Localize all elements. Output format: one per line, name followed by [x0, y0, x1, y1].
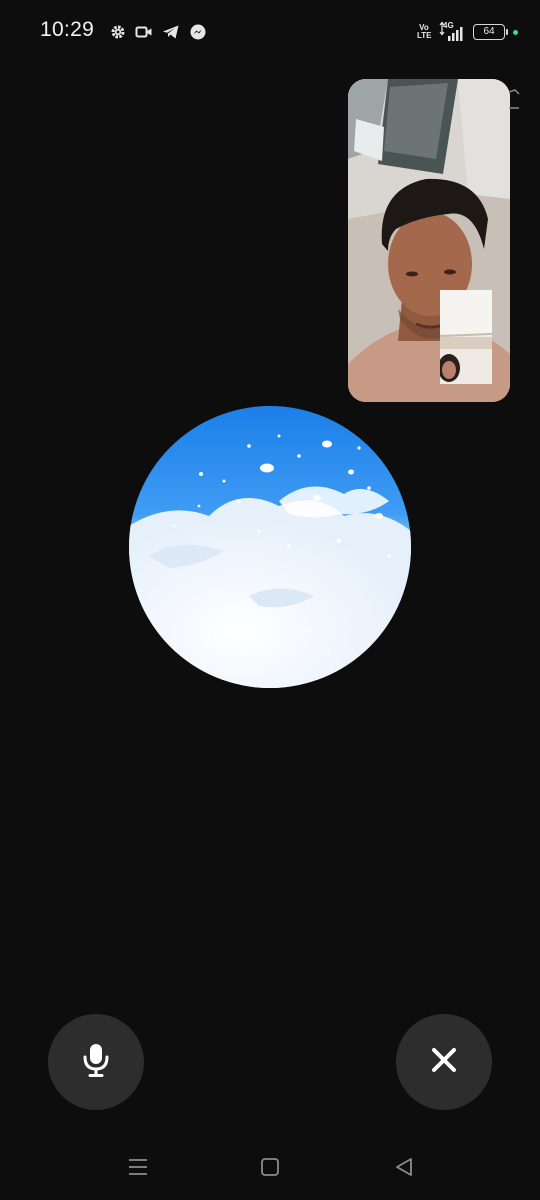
- network-type-label: 4G: [443, 21, 454, 30]
- video-camera-icon: [135, 24, 153, 40]
- home-icon[interactable]: [257, 1154, 283, 1180]
- back-icon[interactable]: [391, 1154, 417, 1180]
- messenger-icon: [189, 23, 207, 41]
- signal-indicator: 4G: [439, 21, 465, 43]
- status-bar: 10:29 Vo LTE 4G 64: [0, 0, 540, 64]
- microphone-button[interactable]: [48, 1014, 144, 1110]
- privacy-dot: [513, 29, 518, 35]
- microphone-icon: [81, 1042, 111, 1083]
- camera-switch-icon[interactable]: [508, 88, 521, 112]
- self-camera-preview[interactable]: [440, 290, 492, 384]
- end-call-button[interactable]: [396, 1014, 492, 1110]
- sky-cloud-image: [129, 406, 411, 688]
- battery-indicator: 64: [473, 24, 508, 40]
- self-view-image: [440, 290, 492, 384]
- telegram-icon: [162, 24, 180, 40]
- remote-video-feed[interactable]: [348, 79, 510, 402]
- volte-indicator: Vo LTE: [417, 23, 432, 40]
- system-navigation-bar: [0, 1140, 540, 1194]
- close-x-icon: [430, 1046, 458, 1079]
- video-call-screen: 10:29 Vo LTE 4G 64: [0, 0, 540, 1200]
- notification-icons: [110, 21, 207, 43]
- caller-avatar: [129, 406, 411, 688]
- recents-icon[interactable]: [125, 1154, 151, 1180]
- settings-gear-icon: [110, 24, 126, 40]
- system-indicators: Vo LTE 4G 64: [417, 20, 518, 44]
- status-time: 10:29: [40, 18, 95, 41]
